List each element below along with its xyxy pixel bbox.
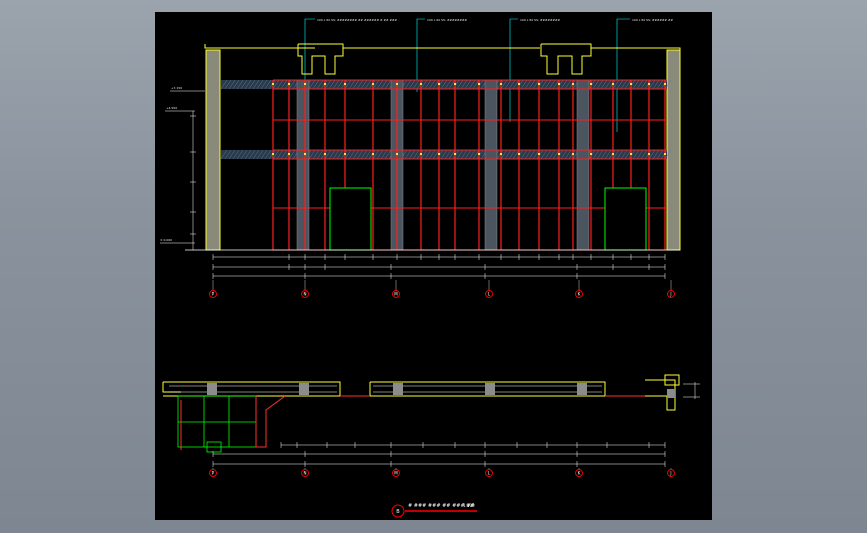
anchor-node xyxy=(647,152,651,156)
plan-side-mark xyxy=(683,382,700,399)
column xyxy=(576,79,590,251)
anchor-node xyxy=(629,82,633,86)
scale-text: 1:100 xyxy=(463,503,475,508)
door-left xyxy=(329,187,372,251)
anchor-node xyxy=(517,82,521,86)
axis-label: K xyxy=(578,292,581,297)
roof-parapet xyxy=(204,43,681,75)
axis-label: M xyxy=(394,471,398,476)
axis-label: M xyxy=(394,292,398,297)
cad-drawing-canvas: 100 x 60 SS: ######## ## ###### # ## ###… xyxy=(155,12,712,520)
anchor-node xyxy=(647,82,651,86)
cad-drawing-svg: 100 x 60 SS: ######## ## ###### # ## ###… xyxy=(160,18,700,518)
anchor-node xyxy=(537,82,541,86)
anchor-node xyxy=(477,82,481,86)
anchor-node xyxy=(453,82,457,86)
callout-text-4: 100 x 60 SS: ###### ## xyxy=(632,18,674,22)
anchor-node xyxy=(419,152,423,156)
level-label-ground: ± 0.000 xyxy=(160,238,172,242)
axis-label: J xyxy=(669,471,671,476)
level-label-mid: +4.500 xyxy=(166,106,177,110)
anchor-node xyxy=(611,152,615,156)
anchor-node xyxy=(271,82,275,86)
view-title: B # ### ### ## ### ## 1:100 xyxy=(391,503,477,518)
anchor-node xyxy=(571,82,575,86)
anchor-node xyxy=(287,82,291,86)
level-label-top: +7.150 xyxy=(171,86,182,90)
level-markers xyxy=(160,90,205,250)
anchor-node xyxy=(303,152,307,156)
anchor-node xyxy=(453,152,457,156)
axis-label: J xyxy=(669,292,671,297)
anchor-node xyxy=(589,82,593,86)
anchor-node xyxy=(323,82,327,86)
anchor-node xyxy=(437,82,441,86)
axis-label: N xyxy=(304,471,307,476)
plan-view: PNMLKJ xyxy=(162,374,700,477)
plan-dimension-lines xyxy=(212,442,666,467)
column xyxy=(296,79,310,251)
anchor-node xyxy=(371,82,375,86)
left-end-wall xyxy=(205,49,221,251)
level-labels: +7.150 +4.500 ± 0.000 xyxy=(160,86,182,242)
title-tag: B xyxy=(396,509,400,515)
elevation-view: 100 x 60 SS: ######## ## ###### # ## ###… xyxy=(160,18,681,298)
anchor-node xyxy=(571,152,575,156)
grid-axes-elevation: PNMLKJ xyxy=(209,280,675,298)
anchor-node xyxy=(663,152,667,156)
anchor-node xyxy=(419,82,423,86)
callout-text-2: 100 x 60 SS: ######## xyxy=(427,18,468,22)
anchor-node xyxy=(499,82,503,86)
anchor-node xyxy=(395,82,399,86)
axis-label: K xyxy=(578,471,581,476)
anchor-node xyxy=(611,82,615,86)
anchor-node xyxy=(537,152,541,156)
anchor-node xyxy=(343,152,347,156)
anchor-node xyxy=(371,152,375,156)
stair-walls xyxy=(180,395,645,450)
callout-text-1: 100 x 60 SS: ######## ## ###### # ## ### xyxy=(317,18,398,22)
anchor-node xyxy=(343,82,347,86)
stair-block xyxy=(177,395,257,453)
column xyxy=(484,79,498,251)
anchor-node xyxy=(557,152,561,156)
callout-texts: 100 x 60 SS: ######## ## ###### # ## ###… xyxy=(317,18,674,22)
dimension-lines-elevation xyxy=(212,254,666,279)
anchor-node xyxy=(499,152,503,156)
grid-axes-plan: PNMLKJ xyxy=(209,468,675,477)
anchor-node xyxy=(395,152,399,156)
anchor-node xyxy=(303,82,307,86)
door-right xyxy=(604,187,647,251)
anchor-node xyxy=(437,152,441,156)
anchor-node xyxy=(323,152,327,156)
anchor-node xyxy=(517,152,521,156)
anchor-node xyxy=(629,152,633,156)
anchor-node xyxy=(663,82,667,86)
plan-inner-lines xyxy=(169,385,602,393)
plan-outline xyxy=(162,374,680,411)
anchor-node xyxy=(271,152,275,156)
axis-label: N xyxy=(304,292,307,297)
anchor-node xyxy=(589,152,593,156)
right-end-wall xyxy=(666,49,681,251)
callout-text-3: 100 x 60 SS: ######## xyxy=(520,18,561,22)
anchor-node xyxy=(287,152,291,156)
anchor-node xyxy=(557,82,561,86)
anchor-node xyxy=(477,152,481,156)
